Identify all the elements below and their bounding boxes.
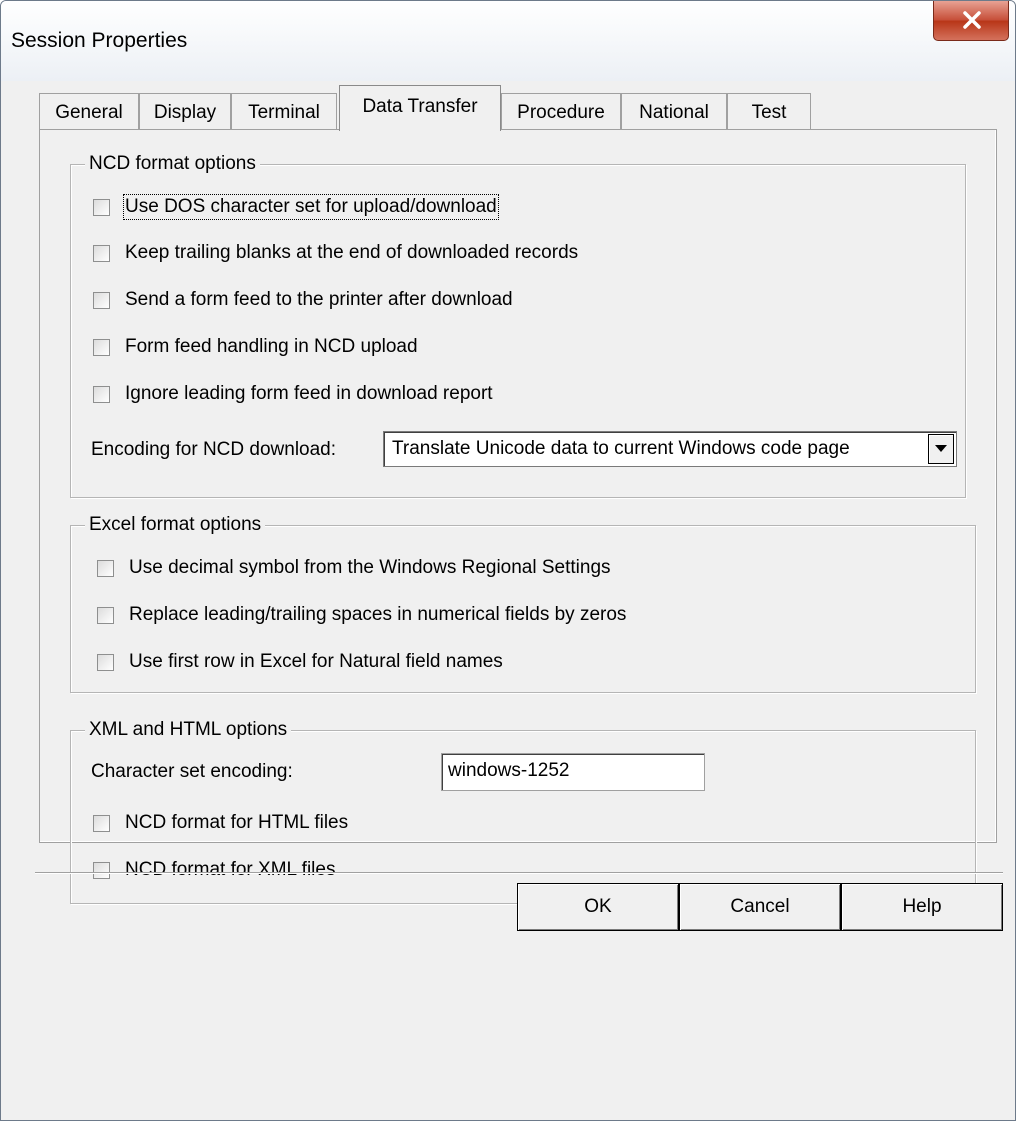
checkbox[interactable] — [97, 653, 114, 671]
checkbox-label: Use DOS character set for upload/downloa… — [123, 194, 499, 220]
checkbox-label: Ignore leading form feed in download rep… — [125, 383, 493, 404]
help-button[interactable]: Help — [841, 883, 1003, 931]
checkbox-label: Form feed handling in NCD upload — [125, 336, 418, 357]
separator — [35, 872, 1003, 874]
checkbox-label: Keep trailing blanks at the end of downl… — [125, 242, 579, 263]
tab-national[interactable]: National — [621, 93, 727, 129]
ncd-format-group: NCD format options Use DOS character set… — [70, 153, 966, 498]
checkbox-label: NCD format for HTML files — [125, 812, 349, 833]
checkbox[interactable] — [93, 244, 110, 262]
excel-option-decimal-symbol[interactable]: Use decimal symbol from the Windows Regi… — [97, 556, 611, 580]
xml-group-label: XML and HTML options — [85, 719, 292, 741]
ncd-option-form-feed-upload[interactable]: Form feed handling in NCD upload — [93, 335, 418, 359]
tab-label: Test — [751, 102, 787, 123]
charset-input-field[interactable] — [442, 756, 688, 786]
tab-label: General — [55, 102, 123, 123]
charset-input[interactable] — [441, 753, 705, 791]
checkbox-label: Use first row in Excel for Natural field… — [129, 651, 503, 672]
excel-option-replace-spaces[interactable]: Replace leading/trailing spaces in numer… — [97, 603, 626, 627]
cancel-button[interactable]: Cancel — [679, 883, 841, 931]
ok-button[interactable]: OK — [517, 883, 679, 931]
dropdown-button[interactable] — [928, 434, 954, 464]
session-properties-dialog: Session Properties General Display Termi… — [0, 0, 1016, 1121]
checkbox[interactable] — [93, 385, 110, 403]
tab-data-transfer[interactable]: Data Transfer — [339, 85, 501, 131]
xml-html-group: XML and HTML options Character set encod… — [70, 719, 976, 904]
tab-label: National — [639, 102, 709, 123]
excel-group-label: Excel format options — [85, 514, 266, 536]
tab-label: Procedure — [517, 102, 605, 123]
title-bar: Session Properties — [1, 1, 1015, 81]
tab-test[interactable]: Test — [727, 93, 811, 129]
xml-option-ncd-xml[interactable]: NCD format for XML files — [93, 858, 335, 882]
encoding-select-value: Translate Unicode data to current Window… — [392, 438, 850, 459]
checkbox[interactable] — [93, 198, 110, 216]
close-button[interactable] — [933, 1, 1009, 41]
tab-label: Data Transfer — [362, 96, 478, 117]
tab-label: Display — [153, 102, 217, 123]
data-transfer-panel: NCD format options Use DOS character set… — [39, 129, 997, 904]
ncd-option-ignore-form-feed[interactable]: Ignore leading form feed in download rep… — [93, 382, 493, 406]
encoding-label: Encoding for NCD download: — [91, 439, 337, 460]
checkbox[interactable] — [93, 338, 110, 356]
excel-format-group: Excel format options Use decimal symbol … — [70, 514, 976, 693]
chevron-down-icon — [935, 445, 947, 452]
tab-display[interactable]: Display — [139, 93, 231, 129]
checkbox-label: Send a form feed to the printer after do… — [125, 289, 513, 310]
ncd-group-label: NCD format options — [85, 153, 260, 175]
checkbox[interactable] — [97, 559, 114, 577]
checkbox-label: Use decimal symbol from the Windows Regi… — [129, 557, 611, 578]
checkbox-label: NCD format for XML files — [125, 859, 336, 880]
close-icon — [963, 11, 981, 29]
tab-procedure[interactable]: Procedure — [501, 93, 621, 129]
window-title: Session Properties — [11, 29, 188, 52]
xml-option-ncd-html[interactable]: NCD format for HTML files — [93, 811, 348, 835]
charset-label: Character set encoding: — [91, 761, 293, 782]
excel-option-first-row-names[interactable]: Use first row in Excel for Natural field… — [97, 650, 503, 674]
encoding-select[interactable]: Translate Unicode data to current Window… — [383, 431, 957, 467]
checkbox[interactable] — [93, 861, 110, 879]
checkbox[interactable] — [93, 291, 110, 309]
tab-terminal[interactable]: Terminal — [231, 93, 337, 129]
checkbox[interactable] — [97, 606, 114, 624]
ncd-option-trailing-blanks[interactable]: Keep trailing blanks at the end of downl… — [93, 241, 578, 265]
ncd-option-dos-charset[interactable]: Use DOS character set for upload/downloa… — [93, 194, 499, 220]
tab-general[interactable]: General — [39, 93, 139, 129]
ncd-option-form-feed-printer[interactable]: Send a form feed to the printer after do… — [93, 288, 513, 312]
checkbox-label: Replace leading/trailing spaces in numer… — [129, 604, 627, 625]
checkbox[interactable] — [93, 814, 110, 832]
tab-label: Terminal — [248, 102, 320, 123]
